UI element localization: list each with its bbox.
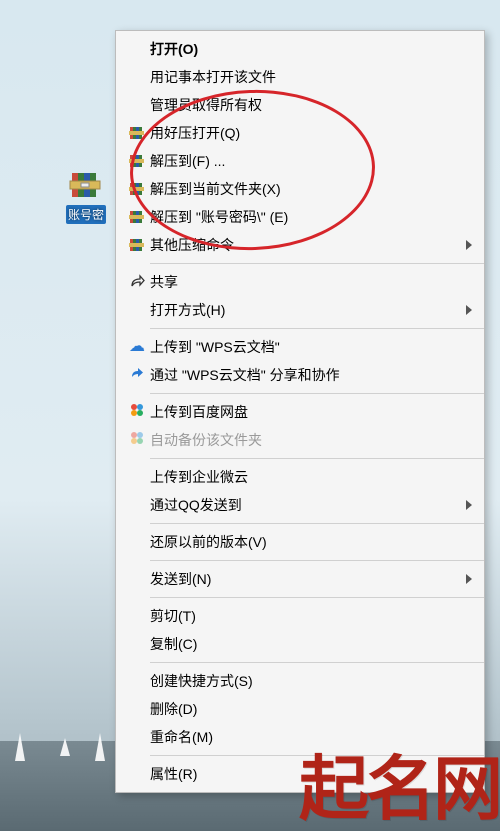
cloud-upload-icon: ☁	[129, 339, 145, 355]
archive-icon	[129, 209, 145, 225]
context-menu: 打开(O) 用记事本打开该文件 管理员取得所有权 用好压打开(Q) 解压到(F)…	[115, 30, 485, 793]
menu-upload-qiye[interactable]: 上传到企业微云	[116, 463, 484, 491]
menu-upload-wps[interactable]: ☁ 上传到 "WPS云文档"	[116, 333, 484, 361]
archive-icon	[129, 125, 145, 141]
menu-share[interactable]: 共享	[116, 268, 484, 296]
sailboat-decoration	[15, 733, 25, 761]
chevron-right-icon	[466, 305, 472, 315]
menu-auto-backup: 自动备份该文件夹	[116, 426, 484, 454]
watermark-text: 起名网	[299, 756, 500, 826]
menu-delete[interactable]: 删除(D)	[116, 695, 484, 723]
menu-other-archive-cmds[interactable]: 其他压缩命令	[116, 231, 484, 259]
menu-share-wps[interactable]: 通过 "WPS云文档" 分享和协作	[116, 361, 484, 389]
menu-send-qq[interactable]: 通过QQ发送到	[116, 491, 484, 519]
menu-open-with[interactable]: 打开方式(H)	[116, 296, 484, 324]
menu-separator	[150, 393, 484, 394]
menu-extract-to[interactable]: 解压到(F) ...	[116, 147, 484, 175]
menu-separator	[150, 523, 484, 524]
menu-create-shortcut[interactable]: 创建快捷方式(S)	[116, 667, 484, 695]
share-arrow-icon	[129, 365, 145, 385]
menu-copy[interactable]: 复制(C)	[116, 630, 484, 658]
menu-open-notepad[interactable]: 用记事本打开该文件	[116, 63, 484, 91]
archive-icon	[68, 167, 104, 203]
menu-extract-here[interactable]: 解压到当前文件夹(X)	[116, 175, 484, 203]
menu-separator	[150, 263, 484, 264]
menu-separator	[150, 560, 484, 561]
baidu-pan-icon	[129, 430, 145, 450]
menu-extract-to-named[interactable]: 解压到 "账号密码\" (E)	[116, 203, 484, 231]
menu-admin-owner[interactable]: 管理员取得所有权	[116, 91, 484, 119]
menu-separator	[150, 458, 484, 459]
menu-upload-baidu[interactable]: 上传到百度网盘	[116, 398, 484, 426]
baidu-pan-icon	[129, 402, 145, 422]
sailboat-decoration	[95, 733, 105, 761]
menu-restore-versions[interactable]: 还原以前的版本(V)	[116, 528, 484, 556]
chevron-right-icon	[466, 500, 472, 510]
share-icon	[129, 272, 145, 292]
desktop-icon-label: 账号密	[66, 205, 106, 224]
menu-open[interactable]: 打开(O)	[116, 35, 484, 63]
chevron-right-icon	[466, 574, 472, 584]
sailboat-decoration	[60, 738, 70, 756]
chevron-right-icon	[466, 240, 472, 250]
archive-icon	[129, 237, 145, 253]
archive-icon	[129, 181, 145, 197]
menu-separator	[150, 597, 484, 598]
menu-rename[interactable]: 重命名(M)	[116, 723, 484, 751]
desktop-archive-file[interactable]: 账号密	[58, 167, 114, 224]
menu-haozip-open[interactable]: 用好压打开(Q)	[116, 119, 484, 147]
menu-cut[interactable]: 剪切(T)	[116, 602, 484, 630]
menu-separator	[150, 662, 484, 663]
archive-icon	[129, 153, 145, 169]
menu-send-to[interactable]: 发送到(N)	[116, 565, 484, 593]
menu-separator	[150, 328, 484, 329]
